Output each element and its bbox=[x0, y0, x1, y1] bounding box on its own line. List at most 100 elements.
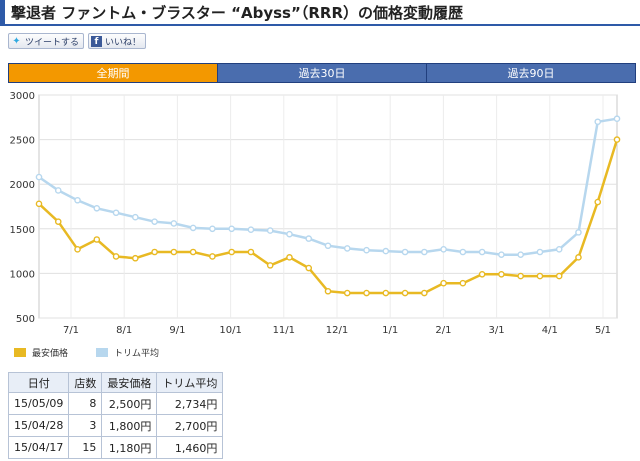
cell-min-price: 1,800円 bbox=[101, 414, 158, 437]
data-point-min-price bbox=[555, 272, 563, 280]
y-tick-label: 500 bbox=[16, 314, 35, 325]
x-tick-label: 3/1 bbox=[489, 325, 505, 336]
data-point-trim-average bbox=[189, 224, 197, 232]
data-point-trim-average bbox=[151, 218, 158, 225]
data-point-trim-average bbox=[74, 196, 81, 204]
data-point-min-price bbox=[478, 270, 486, 278]
tweet-button[interactable]: ✦ ツイートする bbox=[8, 33, 85, 49]
cell-date: 15/04/17 bbox=[7, 436, 70, 459]
tweet-button-label: ツイートする bbox=[25, 37, 80, 48]
data-point-min-price bbox=[613, 136, 621, 143]
data-point-min-price bbox=[266, 262, 274, 269]
data-point-min-price bbox=[93, 236, 101, 243]
legend-label-min-price: 最安価格 bbox=[32, 349, 69, 359]
cell-trim-average: 1,460円 bbox=[156, 436, 224, 459]
data-point-min-price bbox=[112, 253, 120, 260]
cell-min-price: 1,180円 bbox=[101, 436, 158, 459]
data-point-trim-average bbox=[228, 225, 235, 233]
title-bar: 撃退者 ファントム・ブラスター “Abyss”（RRR）の価格変動履歴 bbox=[0, 0, 640, 26]
price-history-table: 日付 店数 最安価格 トリム平均 15/05/09 8 2,500円 2,734… bbox=[7, 372, 224, 459]
cell-shops: 8 bbox=[68, 392, 103, 415]
data-point-trim-average bbox=[54, 187, 62, 194]
facebook-like-button[interactable]: f いいね！ bbox=[88, 33, 147, 49]
col-header-min-price: 最安価格 bbox=[101, 372, 158, 393]
y-tick-label: 2000 bbox=[10, 180, 35, 191]
data-point-trim-average bbox=[594, 118, 602, 126]
data-point-trim-average bbox=[35, 173, 43, 181]
data-point-min-price bbox=[189, 248, 197, 256]
data-point-min-price bbox=[35, 200, 43, 208]
y-tick-label: 2500 bbox=[10, 136, 35, 147]
page-title: 撃退者 ファントム・ブラスター “Abyss”（RRR）の価格変動履歴 bbox=[11, 3, 463, 22]
tab-past-90-days[interactable]: 過去90日 bbox=[427, 64, 635, 82]
data-point-trim-average bbox=[575, 229, 582, 236]
x-tick-label: 2/1 bbox=[435, 325, 451, 336]
data-point-trim-average bbox=[247, 226, 255, 233]
data-point-trim-average bbox=[382, 247, 390, 255]
data-point-min-price bbox=[286, 254, 293, 261]
y-tick-label: 1500 bbox=[10, 225, 35, 236]
x-tick-label: 9/1 bbox=[169, 325, 185, 336]
social-buttons: ✦ ツイートする f いいね！ bbox=[8, 33, 147, 49]
data-point-trim-average bbox=[93, 204, 101, 212]
data-point-trim-average bbox=[421, 248, 428, 256]
legend-swatch-trim-average bbox=[96, 348, 109, 357]
cell-trim-average: 2,734円 bbox=[156, 392, 224, 415]
data-point-min-price bbox=[498, 270, 505, 278]
data-point-trim-average bbox=[266, 227, 274, 234]
data-point-trim-average bbox=[324, 242, 332, 250]
y-tick-label: 3000 bbox=[10, 91, 35, 102]
x-tick-label: 5/1 bbox=[595, 325, 611, 336]
data-point-trim-average bbox=[555, 246, 563, 253]
cell-date: 15/04/28 bbox=[7, 414, 70, 437]
cell-trim-average: 2,700円 bbox=[156, 414, 224, 437]
data-point-min-price bbox=[324, 287, 332, 295]
x-tick-label: 12/1 bbox=[326, 325, 348, 336]
tab-past-30-days[interactable]: 過去30日 bbox=[218, 64, 427, 82]
x-tick-label: 10/1 bbox=[219, 325, 241, 336]
cell-date: 15/05/09 bbox=[7, 392, 70, 415]
table-header-row: 日付 店数 最安価格 トリム平均 bbox=[7, 372, 224, 393]
plot-area bbox=[38, 94, 618, 319]
table-row: 15/04/28 3 1,800円 2,700円 bbox=[7, 414, 224, 437]
data-point-trim-average bbox=[112, 209, 120, 217]
legend-swatch-min-price bbox=[14, 348, 26, 357]
col-header-trim-average: トリム平均 bbox=[156, 372, 224, 393]
cell-shops: 15 bbox=[68, 436, 103, 459]
like-button-label: いいね！ bbox=[105, 37, 142, 48]
table-row: 15/04/17 15 1,180円 1,460円 bbox=[7, 436, 224, 459]
data-point-min-price bbox=[536, 272, 544, 280]
chart-legend: 最安価格 トリム平均 bbox=[14, 346, 159, 359]
data-point-min-price bbox=[54, 218, 62, 225]
facebook-icon: f bbox=[91, 35, 103, 47]
col-header-shops: 店数 bbox=[68, 372, 103, 393]
data-point-trim-average bbox=[170, 220, 178, 227]
data-point-min-price bbox=[575, 254, 582, 261]
data-point-min-price bbox=[209, 253, 216, 260]
data-point-min-price bbox=[74, 246, 81, 253]
data-point-min-price bbox=[247, 248, 255, 256]
data-point-trim-average bbox=[478, 248, 486, 256]
data-point-min-price bbox=[382, 289, 390, 297]
tab-all-period[interactable]: 全期間 bbox=[9, 64, 218, 82]
data-point-trim-average bbox=[613, 115, 621, 123]
x-tick-label: 4/1 bbox=[542, 325, 558, 336]
data-point-min-price bbox=[132, 254, 139, 262]
data-point-trim-average bbox=[343, 245, 351, 252]
data-point-min-price bbox=[517, 272, 524, 280]
data-point-min-price bbox=[459, 279, 467, 287]
table-row: 15/05/09 8 2,500円 2,734円 bbox=[7, 392, 224, 415]
data-point-trim-average bbox=[132, 213, 139, 221]
data-point-trim-average bbox=[305, 235, 313, 242]
data-point-trim-average bbox=[209, 225, 216, 233]
data-point-min-price bbox=[343, 289, 351, 297]
x-tick-label: 8/1 bbox=[116, 325, 132, 336]
data-point-min-price bbox=[170, 248, 178, 256]
data-point-min-price bbox=[440, 279, 447, 287]
price-chart: 500 1000 1500 2000 2500 3000 7/1 8/1 9/1 10/1 11/1… bbox=[0, 86, 640, 336]
twitter-bird-icon: ✦ bbox=[12, 35, 21, 47]
data-point-trim-average bbox=[459, 248, 467, 256]
data-point-trim-average bbox=[536, 248, 544, 256]
cell-shops: 3 bbox=[68, 414, 103, 437]
legend-label-trim-average: トリム平均 bbox=[114, 349, 160, 359]
